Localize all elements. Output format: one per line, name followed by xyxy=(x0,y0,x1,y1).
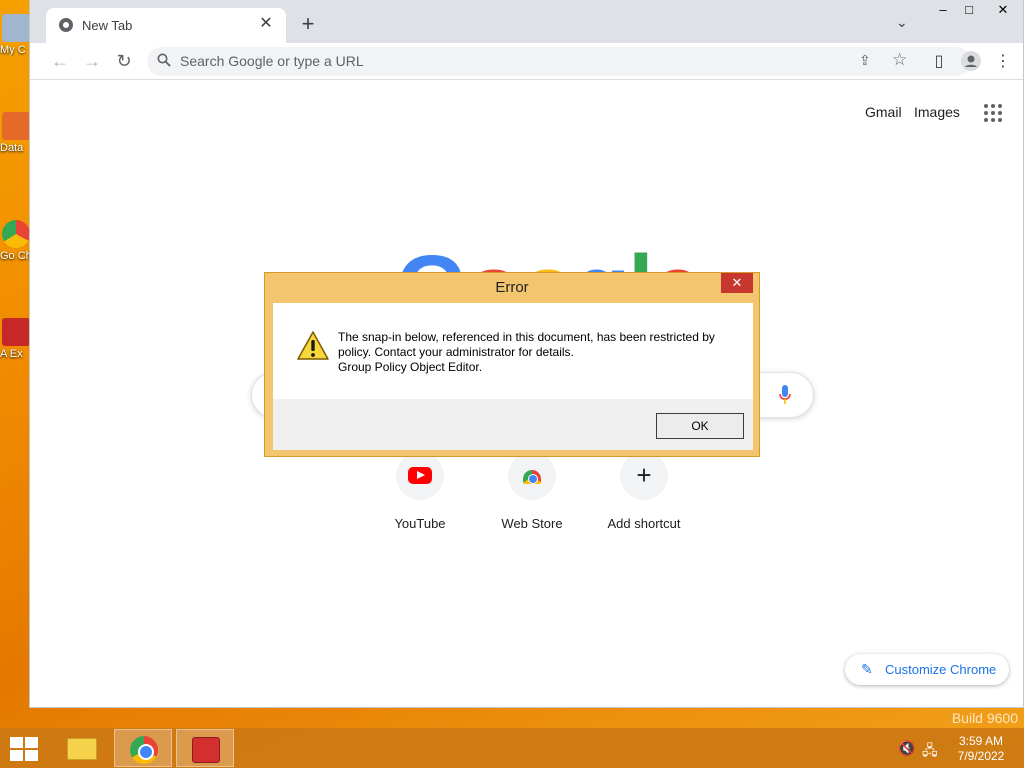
back-arrow-icon[interactable]: ← xyxy=(47,48,73,74)
tab-search-chevron-icon[interactable]: ⌄ xyxy=(896,14,908,31)
close-tab-icon[interactable]: ✕ xyxy=(256,14,276,34)
tab-new-tab[interactable]: New Tab ✕ xyxy=(46,8,286,43)
toolbox-icon xyxy=(192,737,220,763)
chrome-web-store-icon xyxy=(523,470,541,484)
customize-chrome-button[interactable]: ✎ Customize Chrome xyxy=(845,654,1009,685)
acrobat-icon xyxy=(2,318,30,346)
tab-title: New Tab xyxy=(82,18,133,33)
warning-icon xyxy=(297,331,329,360)
address-bar-placeholder: Search Google or type a URL xyxy=(180,53,364,69)
taskbar-chrome[interactable] xyxy=(114,729,172,767)
shortcut-tile-web-store[interactable]: Web Store xyxy=(476,452,588,531)
share-icon[interactable]: ⇪ xyxy=(859,52,871,69)
ok-button[interactable]: OK xyxy=(656,413,744,439)
dialog-message-line: Group Policy Object Editor. xyxy=(338,360,483,374)
clock-time: 3:59 AM xyxy=(958,734,1004,748)
profile-avatar-icon[interactable] xyxy=(960,51,982,73)
gmail-link[interactable]: Gmail xyxy=(865,104,902,120)
reload-icon[interactable]: ↻ xyxy=(111,48,137,74)
close-window-button[interactable]: ✕ xyxy=(983,2,1023,22)
taskbar-toolbox[interactable] xyxy=(176,729,234,767)
shortcut-tile-add[interactable]: + Add shortcut xyxy=(588,452,700,531)
pencil-icon: ✎ xyxy=(861,661,873,677)
data-shortcut-icon xyxy=(2,112,30,140)
error-dialog: Error ✕ The snap-in below, referenced in… xyxy=(264,272,760,457)
dialog-message: The snap-in below, referenced in this do… xyxy=(338,330,738,375)
shortcut-label: YouTube xyxy=(394,516,446,531)
forward-arrow-icon[interactable]: → xyxy=(79,48,105,74)
shortcut-tile-youtube[interactable]: YouTube xyxy=(364,452,476,531)
google-apps-icon[interactable] xyxy=(984,104,1002,122)
customize-chrome-label: Customize Chrome xyxy=(885,662,997,677)
minimize-button[interactable]: ‒ xyxy=(929,2,957,22)
tab-strip: New Tab ✕ + ⌄ ‒ □ ✕ xyxy=(30,0,1023,43)
taskbar: 🔇 🖧 3:59 AM 7/9/2022 xyxy=(0,728,1024,768)
network-icon[interactable]: 🖧 xyxy=(922,740,938,758)
computer-icon xyxy=(2,14,30,42)
start-windows-icon[interactable] xyxy=(10,737,38,761)
build-watermark: Build 9600 xyxy=(951,710,1018,726)
voice-search-mic-icon[interactable] xyxy=(779,385,791,405)
chrome-favicon-icon xyxy=(59,18,73,32)
bookmark-star-icon[interactable]: ☆ xyxy=(892,50,907,70)
new-tab-button[interactable]: + xyxy=(296,12,320,36)
chrome-icon xyxy=(130,736,158,764)
plus-icon: + xyxy=(636,460,652,490)
search-icon xyxy=(157,53,171,67)
chrome-icon xyxy=(2,220,30,248)
menu-kebab-icon[interactable]: ⋮ xyxy=(992,51,1014,73)
images-link[interactable]: Images xyxy=(914,104,960,120)
dialog-title: Error xyxy=(495,279,529,296)
address-bar[interactable]: Search Google or type a URL ⇪ ☆ xyxy=(147,47,971,76)
taskbar-file-explorer[interactable] xyxy=(52,729,110,767)
volume-muted-icon[interactable]: 🔇 xyxy=(898,740,915,756)
shortcut-label: Web Store xyxy=(501,516,563,531)
dialog-message-line: policy. Contact your administrator for d… xyxy=(338,345,574,359)
browser-toolbar: ← → ↻ Search Google or type a URL ⇪ ☆ ▯ … xyxy=(30,43,1023,80)
dialog-body: The snap-in below, referenced in this do… xyxy=(273,303,753,450)
taskbar-clock[interactable]: 3:59 AM 7/9/2022 xyxy=(950,734,1012,764)
dialog-close-button[interactable]: ✕ xyxy=(721,273,753,293)
maximize-button[interactable]: □ xyxy=(955,2,983,22)
side-panel-icon[interactable]: ▯ xyxy=(928,51,950,73)
file-explorer-icon xyxy=(67,738,97,760)
youtube-icon xyxy=(408,467,432,484)
shortcut-label: Add shortcut xyxy=(607,516,681,531)
clock-date: 7/9/2022 xyxy=(957,749,1005,763)
dialog-message-line: The snap-in below, referenced in this do… xyxy=(338,330,715,344)
